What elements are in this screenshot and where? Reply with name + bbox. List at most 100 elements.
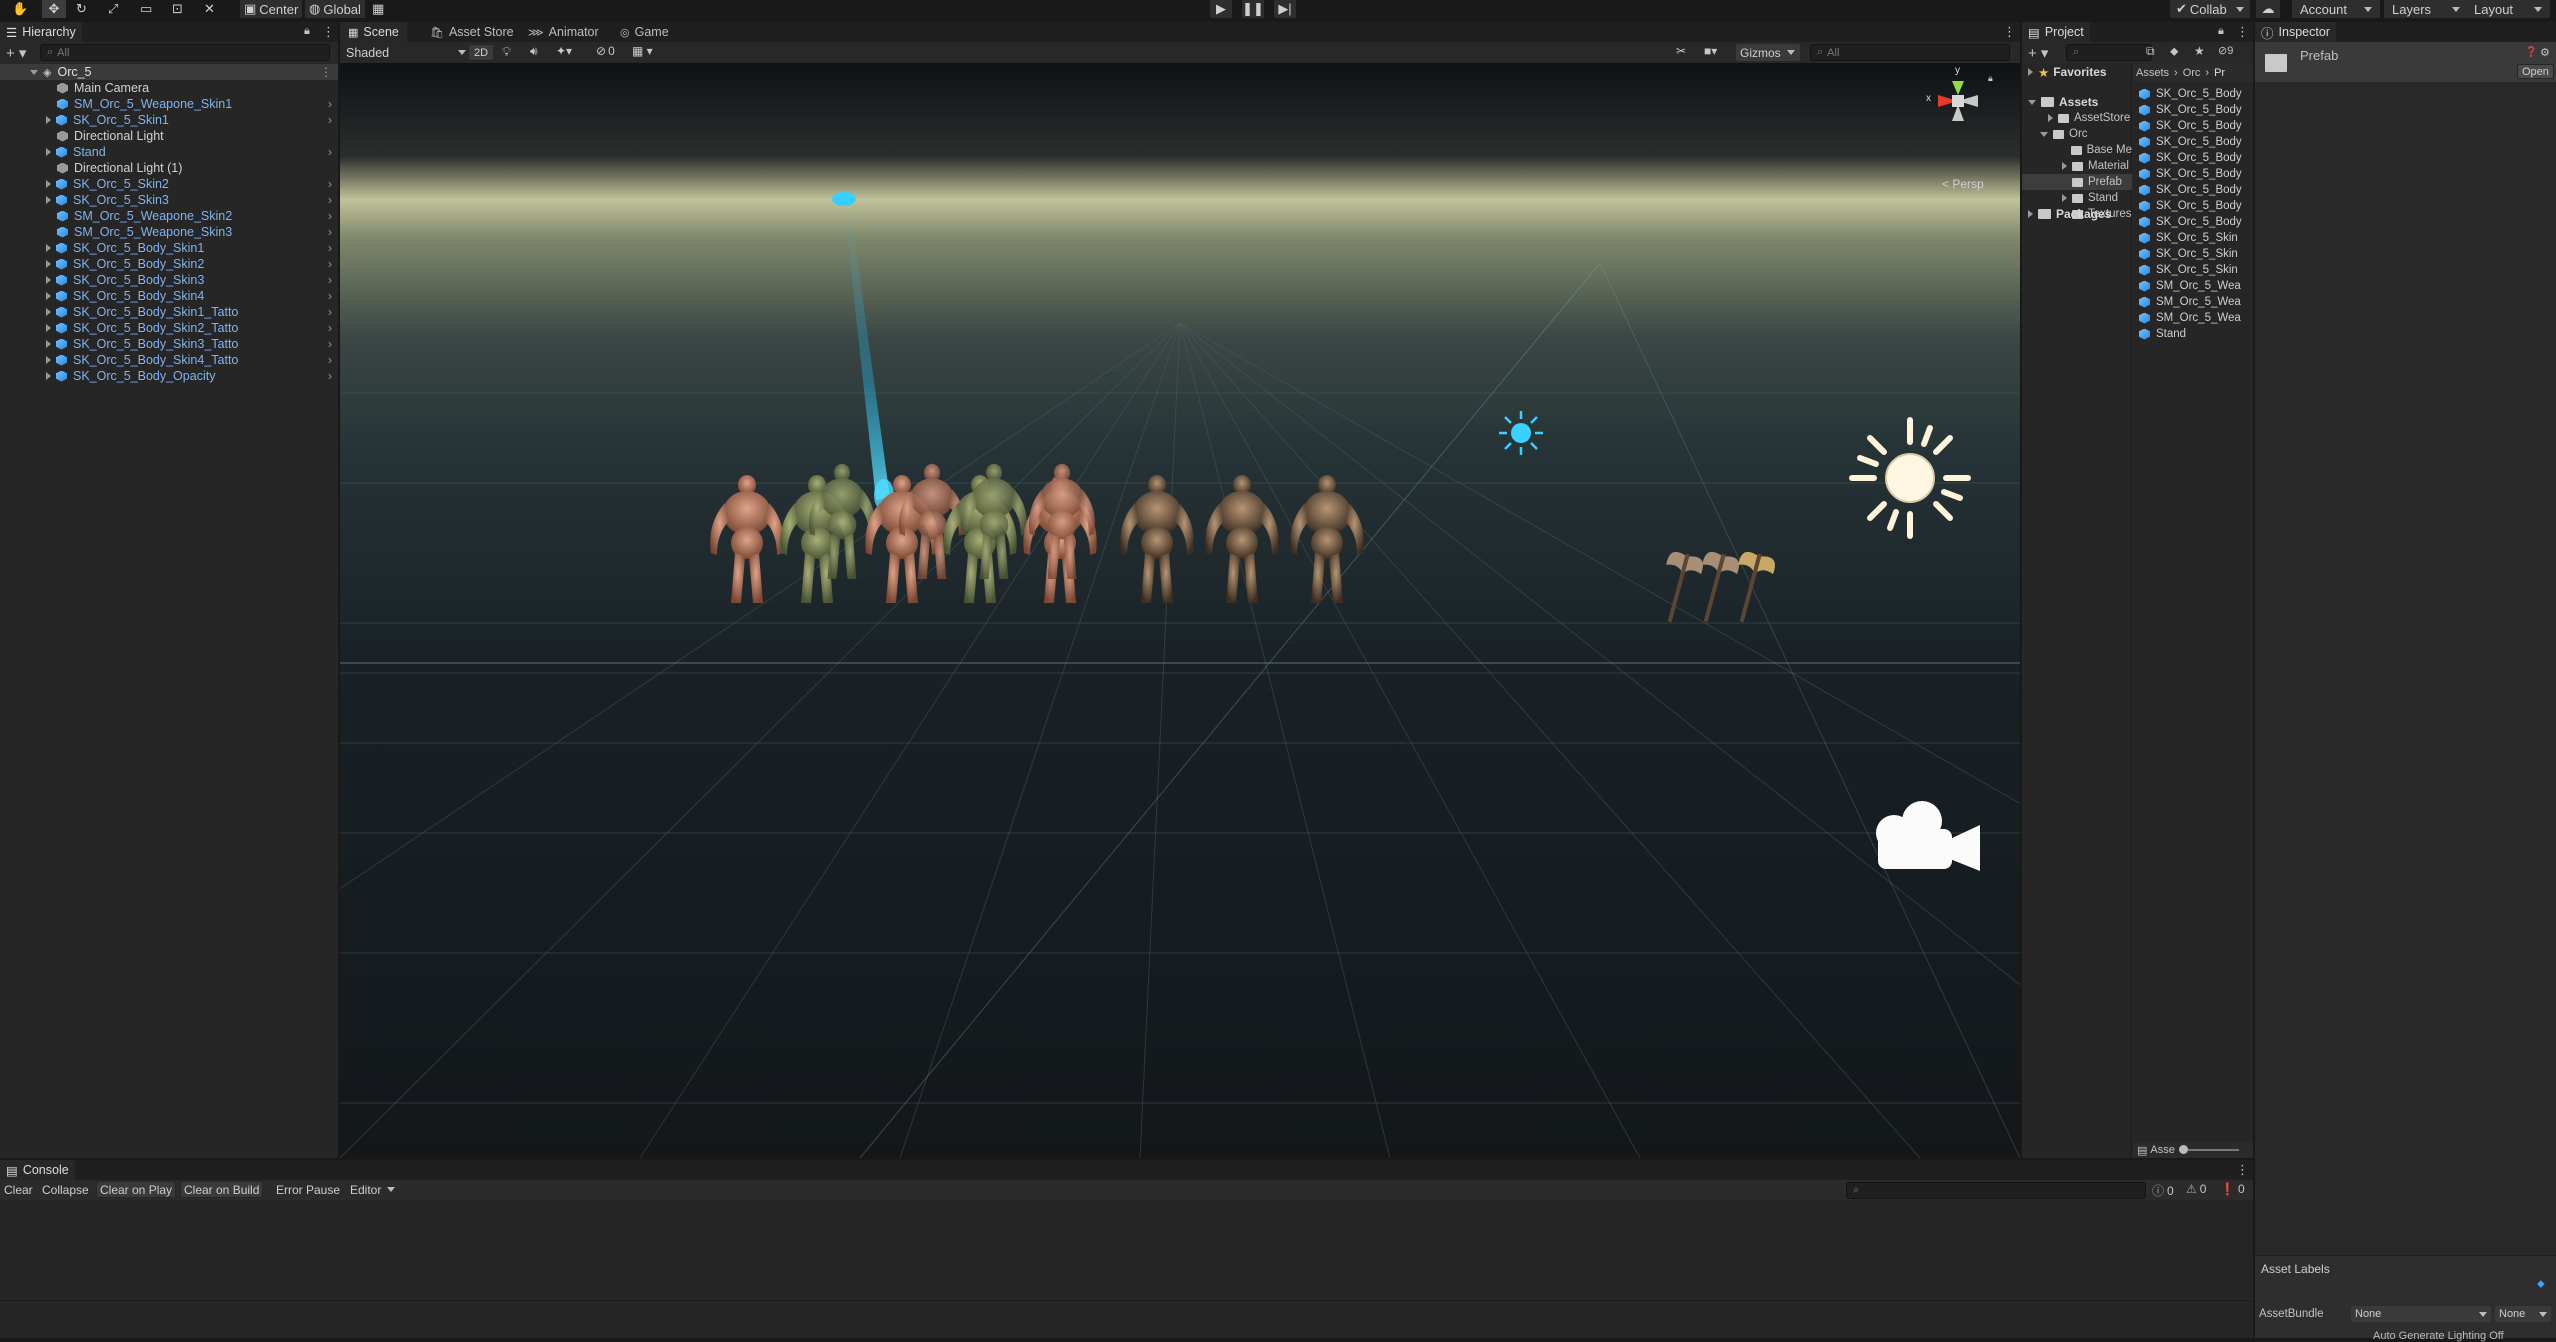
project-file-item[interactable]: Stand: [2133, 326, 2253, 342]
shading-mode-dropdown[interactable]: Shaded: [346, 44, 466, 61]
project-file-item[interactable]: SK_Orc_5_Body: [2133, 118, 2253, 134]
project-create-button[interactable]: + ▾: [2028, 44, 2048, 62]
warning-counter[interactable]: ⚠ 0: [2186, 1182, 2206, 1196]
chevron-right-icon[interactable]: ›: [328, 321, 332, 335]
breadcrumb-orc[interactable]: Orc: [2183, 67, 2201, 79]
console-clear-button[interactable]: Clear: [0, 1181, 37, 1198]
pivot-toggle[interactable]: ▣ Center: [240, 0, 303, 18]
create-button[interactable]: + ▾: [6, 44, 26, 62]
layers-dropdown[interactable]: Layers: [2384, 0, 2469, 18]
chevron-right-icon[interactable]: ›: [328, 241, 332, 255]
project-file-item[interactable]: SK_Orc_5_Skin: [2133, 230, 2253, 246]
settings-icon[interactable]: ⚙: [2540, 46, 2550, 59]
hierarchy-row[interactable]: Main Camera: [0, 80, 338, 96]
hidden-objects-icon[interactable]: ⊘ 0: [596, 44, 615, 58]
project-tree-item[interactable]: Base Me: [2022, 142, 2132, 158]
hidden-packages-icon[interactable]: ⊘9: [2218, 44, 2233, 57]
project-file-item[interactable]: SK_Orc_5_Body: [2133, 214, 2253, 230]
console-log-area[interactable]: [0, 1200, 2253, 1298]
scene-menu-icon[interactable]: ⋮: [320, 65, 332, 79]
variant-dropdown[interactable]: None: [2495, 1306, 2551, 1322]
scene-root-row[interactable]: ◈ Orc_5 ⋮: [0, 64, 338, 80]
expand-arrow-icon[interactable]: [46, 356, 51, 364]
expand-arrow-icon[interactable]: [46, 196, 51, 204]
tree-arrow-icon[interactable]: [2048, 114, 2053, 122]
favorites-row[interactable]: ★ Favorites: [2022, 64, 2107, 80]
assets-row[interactable]: Assets: [2022, 94, 2098, 110]
tab-hierarchy[interactable]: ☰ Hierarchy: [0, 22, 82, 42]
project-file-item[interactable]: SM_Orc_5_Wea: [2133, 310, 2253, 326]
help-icon[interactable]: ❓: [2525, 47, 2537, 58]
console-clear-on-play-button[interactable]: Clear on Play: [96, 1181, 177, 1198]
filter-label-icon[interactable]: ⬥: [2170, 44, 2178, 59]
tab-game[interactable]: ◎ Game: [612, 22, 677, 42]
chevron-right-icon[interactable]: ›: [328, 225, 332, 239]
console-clear-on-build-button[interactable]: Clear on Build: [180, 1181, 264, 1198]
project-tree-item[interactable]: Stand: [2022, 190, 2132, 206]
hierarchy-row[interactable]: SK_Orc_5_Body_Skin1_Tatto ›: [0, 304, 338, 320]
pause-button[interactable]: ❚❚: [1242, 0, 1264, 18]
packages-row[interactable]: Packages: [2022, 206, 2111, 222]
console-search-input[interactable]: ⌕: [1846, 1182, 2146, 1199]
hierarchy-search-input[interactable]: ⌕ All: [40, 44, 330, 61]
chevron-right-icon[interactable]: ›: [328, 289, 332, 303]
tab-animator[interactable]: ⋙ Animator: [520, 22, 607, 42]
space-toggle[interactable]: ◍ Global: [305, 0, 365, 18]
project-tree-item[interactable]: Prefab: [2022, 174, 2132, 190]
play-button[interactable]: ▶: [1210, 0, 1232, 18]
project-file-item[interactable]: SK_Orc_5_Body: [2133, 166, 2253, 182]
tab-inspector[interactable]: ⓘ Inspector: [2255, 22, 2336, 42]
tree-arrow-icon[interactable]: [2062, 162, 2067, 170]
favorite-star-icon[interactable]: ★: [2194, 44, 2205, 58]
expand-arrow-icon[interactable]: [46, 260, 51, 268]
open-button[interactable]: Open: [2517, 64, 2554, 79]
hierarchy-row[interactable]: SK_Orc_5_Skin3 ›: [0, 192, 338, 208]
project-search-input[interactable]: ⌕: [2066, 44, 2152, 61]
chevron-right-icon[interactable]: ›: [328, 145, 332, 159]
chevron-right-icon[interactable]: ›: [328, 177, 332, 191]
expand-arrow-icon[interactable]: [46, 276, 51, 284]
tab-scene[interactable]: ▦ Scene: [340, 22, 407, 42]
breadcrumb-prefab[interactable]: Pr: [2214, 67, 2225, 79]
scene-kebab-icon[interactable]: ⋮: [2003, 24, 2016, 40]
project-file-item[interactable]: SK_Orc_5_Skin: [2133, 262, 2253, 278]
hierarchy-row[interactable]: Directional Light (1): [0, 160, 338, 176]
hierarchy-row[interactable]: SK_Orc_5_Body_Skin4 ›: [0, 288, 338, 304]
label-tag-icon[interactable]: ⬥: [2537, 1278, 2545, 1291]
project-file-item[interactable]: SM_Orc_5_Wea: [2133, 278, 2253, 294]
hierarchy-row[interactable]: SM_Orc_5_Weapone_Skin3 ›: [0, 224, 338, 240]
project-file-item[interactable]: SM_Orc_5_Wea: [2133, 294, 2253, 310]
project-file-item[interactable]: SK_Orc_5_Body: [2133, 182, 2253, 198]
tools-icon[interactable]: ✂: [1676, 44, 1686, 58]
audio-toggle-icon[interactable]: 🔊︎: [530, 44, 538, 59]
hierarchy-row[interactable]: SM_Orc_5_Weapone_Skin1 ›: [0, 96, 338, 112]
editor-dropdown[interactable]: Editor: [346, 1181, 399, 1198]
rotate-tool-icon[interactable]: ↻: [76, 0, 87, 18]
console-details-area[interactable]: [0, 1300, 2253, 1338]
breadcrumb-assets[interactable]: Assets: [2136, 67, 2169, 79]
hierarchy-row[interactable]: SK_Orc_5_Body_Skin2 ›: [0, 256, 338, 272]
tab-asset-store[interactable]: 🛍︎ Asset Store: [422, 22, 522, 42]
filter-type-icon[interactable]: ⧉: [2146, 44, 2155, 59]
cloud-icon[interactable]: ☁: [2256, 0, 2280, 18]
hierarchy-row[interactable]: SK_Orc_5_Body_Skin4_Tatto ›: [0, 352, 338, 368]
expand-arrow-icon[interactable]: [46, 116, 51, 124]
chevron-right-icon[interactable]: ›: [328, 305, 332, 319]
move-tool-icon[interactable]: ✥: [42, 0, 66, 18]
lock-icon[interactable]: 🔒︎: [304, 25, 310, 38]
expand-arrow-icon[interactable]: [46, 372, 51, 380]
console-error-pause-button[interactable]: Error Pause: [272, 1181, 344, 1198]
chevron-right-icon[interactable]: ›: [328, 273, 332, 287]
rect-tool-icon[interactable]: ▭: [140, 0, 152, 18]
console-kebab-icon[interactable]: ⋮: [2236, 1162, 2249, 1178]
zoom-slider[interactable]: [2178, 1145, 2239, 1154]
transform-tool-icon[interactable]: ⊡: [172, 0, 183, 18]
expand-arrow-icon[interactable]: [46, 292, 51, 300]
lighting-toggle-icon[interactable]: 💡︎: [502, 44, 511, 60]
hierarchy-row[interactable]: Stand ›: [0, 144, 338, 160]
project-file-item[interactable]: SK_Orc_5_Body: [2133, 86, 2253, 102]
account-dropdown[interactable]: Account: [2292, 0, 2380, 18]
hierarchy-row[interactable]: SK_Orc_5_Body_Opacity ›: [0, 368, 338, 384]
log-counter[interactable]: ⓘ 0: [2152, 1182, 2174, 1199]
project-file-item[interactable]: SK_Orc_5_Skin: [2133, 246, 2253, 262]
